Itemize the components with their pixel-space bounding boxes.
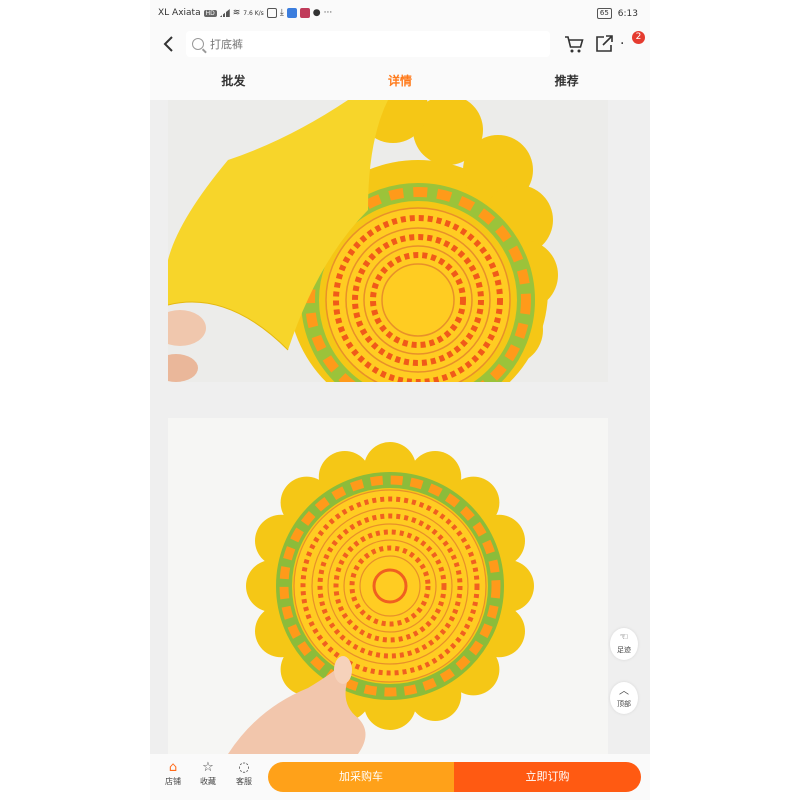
arrow-up-icon: ︿ bbox=[619, 686, 629, 697]
tab-recommend[interactable]: 推荐 bbox=[483, 62, 650, 100]
status-bar: XL Axiata HD ≋ 7.6 K/s ⤓ ● ··· 65 6:13 bbox=[150, 0, 650, 28]
tab-details[interactable]: 详情 bbox=[317, 62, 484, 100]
star-icon: ☆ bbox=[202, 760, 214, 775]
battery-level: 65 bbox=[596, 8, 612, 19]
footprint-label: 足迹 bbox=[617, 646, 631, 654]
back-to-top-button[interactable]: ︿ 顶部 bbox=[610, 682, 638, 714]
search-icon bbox=[192, 38, 204, 50]
product-image bbox=[168, 418, 608, 754]
favorite-label: 收藏 bbox=[200, 777, 216, 786]
cart-icon[interactable] bbox=[564, 34, 584, 54]
back-icon[interactable] bbox=[160, 34, 178, 54]
speed-label: 7.6 K/s bbox=[243, 9, 264, 17]
service-label: 客服 bbox=[236, 777, 252, 786]
add-to-cart-button[interactable]: 加采购车 bbox=[268, 762, 454, 792]
app-icon bbox=[299, 8, 310, 18]
shop-button[interactable]: ⌂ 店铺 bbox=[160, 760, 186, 787]
shop-label: 店铺 bbox=[165, 777, 181, 786]
carrier-label: XL Axiata bbox=[158, 8, 201, 18]
share-icon[interactable] bbox=[594, 34, 614, 54]
service-button[interactable]: ◌ 客服 bbox=[231, 760, 257, 787]
product-image bbox=[168, 100, 608, 382]
notification-icon bbox=[266, 8, 277, 18]
cart-badge: 2 bbox=[632, 31, 645, 44]
bottom-bar: ⌂ 店铺 ☆ 收藏 ◌ 客服 加采购车 立即订购 bbox=[150, 754, 650, 800]
top-bar: · 2 bbox=[150, 28, 650, 62]
app-icon bbox=[286, 8, 297, 18]
footprint-icon: ☜ bbox=[619, 632, 629, 643]
top-label: 顶部 bbox=[617, 700, 631, 708]
buy-now-button[interactable]: 立即订购 bbox=[454, 762, 641, 792]
wifi-icon: ≋ bbox=[232, 8, 241, 18]
network-badge: HD bbox=[203, 9, 217, 17]
shop-icon: ⌂ bbox=[168, 760, 178, 775]
search-input[interactable] bbox=[208, 36, 512, 52]
app-icon: ● bbox=[312, 8, 321, 18]
signal-icon bbox=[219, 9, 230, 17]
favorite-button[interactable]: ☆ 收藏 bbox=[195, 760, 221, 787]
more-dots-icon: ··· bbox=[323, 8, 333, 18]
clock: 6:13 bbox=[617, 8, 638, 19]
chat-icon: ◌ bbox=[238, 760, 250, 775]
phone-screen: XL Axiata HD ≋ 7.6 K/s ⤓ ● ··· 65 6:13 打… bbox=[150, 0, 650, 800]
search-bar[interactable] bbox=[186, 31, 550, 57]
footprint-button[interactable]: ☜ 足迹 bbox=[610, 628, 638, 660]
tab-bar: 批发 详情 推荐 bbox=[150, 62, 650, 100]
download-icon: ⤓ bbox=[279, 8, 284, 18]
tab-wholesale[interactable]: 批发 bbox=[150, 62, 317, 100]
